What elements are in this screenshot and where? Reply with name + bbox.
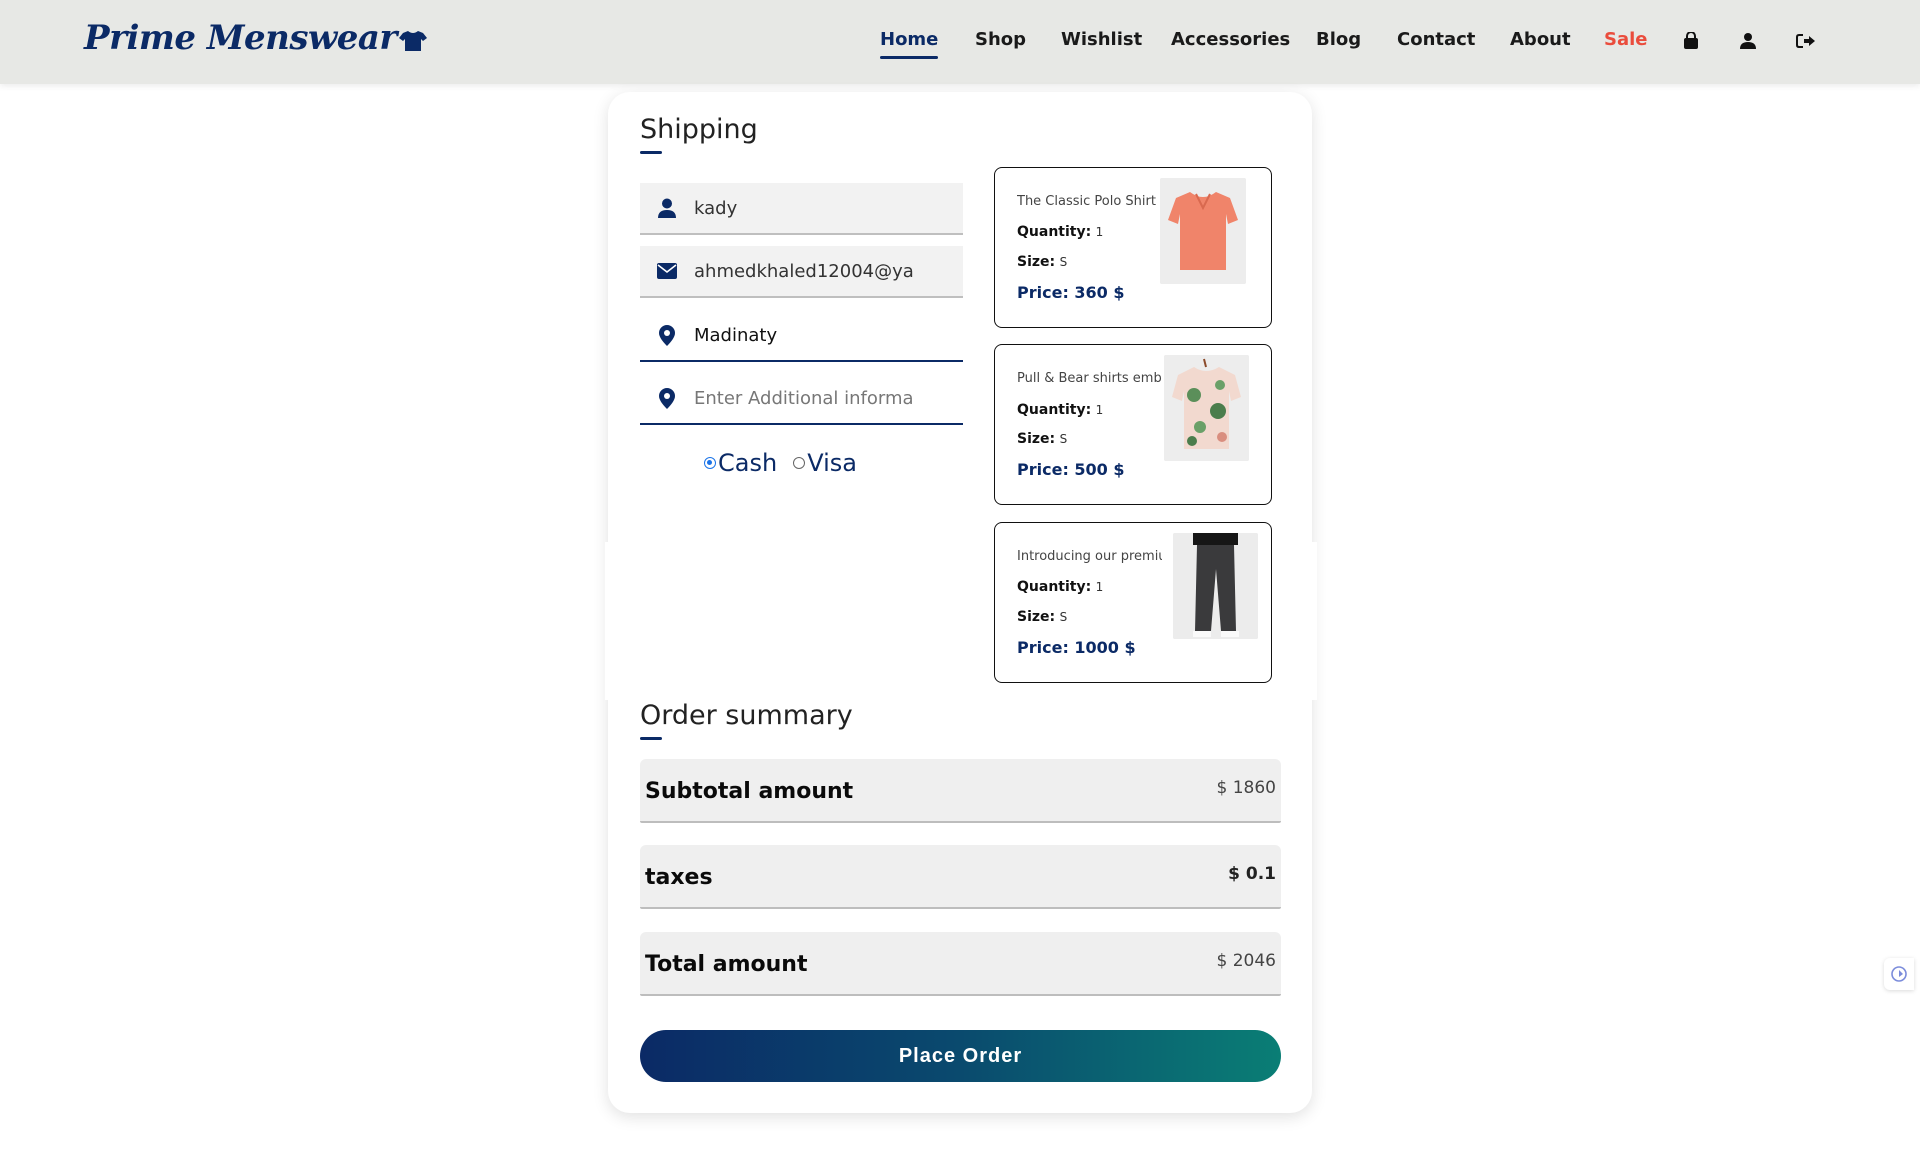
feedback-widget-icon[interactable] [1884,958,1914,990]
nav-about[interactable]: About [1510,29,1571,50]
item-size: Size: S [1017,431,1068,447]
visa-radio[interactable] [793,457,806,469]
item-size: Size: S [1017,609,1068,625]
shipping-title: Shipping [640,114,758,154]
location-pin-icon [640,387,694,409]
email-value: ahmedkhaled12004@yah [694,260,914,282]
visa-label[interactable]: Visa [807,449,857,477]
navbar: Prime Menswear Home Shop Wishlist Access… [0,0,1920,84]
user-icon[interactable] [1737,30,1759,52]
item-price: Price: 360 $ [1017,283,1125,302]
cart-item: Introducing our premiu Quantity: 1 Size:… [994,522,1272,683]
item-quantity: Quantity: 1 [1017,402,1104,418]
address-field[interactable]: Madinaty [640,310,963,362]
taxes-label: taxes [645,865,713,890]
taxes-value: $ 0.1 [1228,864,1276,884]
item-name: The Classic Polo Shirt [1017,194,1156,209]
order-summary-title: Order summary [640,700,853,740]
item-quantity: Quantity: 1 [1017,224,1104,240]
nav-shop[interactable]: Shop [975,29,1026,50]
item-name: Pull & Bear shirts emb [1017,371,1162,386]
nav-home[interactable]: Home [880,29,939,59]
floral-shirt-image [1164,355,1249,461]
item-size: Size: S [1017,254,1068,270]
nav-wishlist[interactable]: Wishlist [1061,29,1142,50]
name-field[interactable]: kady [640,183,963,235]
item-price: Price: 500 $ [1017,460,1125,479]
nav-contact[interactable]: Contact [1397,29,1475,50]
place-order-button[interactable]: Place Order [640,1030,1281,1082]
taxes-row: taxes $ 0.1 [640,845,1281,909]
subtotal-label: Subtotal amount [645,779,854,804]
cash-label[interactable]: Cash [718,449,777,477]
total-label: Total amount [645,952,808,977]
cart-item: The Classic Polo Shirt Quantity: 1 Size:… [994,167,1272,328]
name-value: kady [694,197,738,219]
brand-name: Prime Menswear [84,18,397,58]
total-value: $ 2046 [1216,951,1276,971]
tshirt-icon [398,31,427,51]
brand-logo[interactable]: Prime Menswear [84,18,427,58]
item-price: Price: 1000 $ [1017,638,1136,657]
item-name: Introducing our premiu [1017,549,1162,564]
address-value: Madinaty [694,324,778,346]
bag-icon[interactable] [1680,30,1702,52]
payment-options: Cash Visa [704,449,857,477]
user-icon [640,198,694,218]
polo-shirt-image [1160,178,1246,284]
additional-info-placeholder: Enter Additional informat [694,387,914,409]
cart-item: Pull & Bear shirts emb Quantity: 1 Size:… [994,344,1272,505]
cash-radio[interactable] [704,457,716,469]
nav-blog[interactable]: Blog [1316,29,1361,50]
location-pin-icon [640,324,694,346]
item-quantity: Quantity: 1 [1017,579,1104,595]
subtotal-row: Subtotal amount $ 1860 [640,759,1281,823]
logout-icon[interactable] [1795,30,1817,52]
nav-sale[interactable]: Sale [1604,29,1648,50]
envelope-icon [640,263,694,279]
total-row: Total amount $ 2046 [640,932,1281,996]
nav-accessories[interactable]: Accessories [1171,29,1290,50]
additional-info-field[interactable]: Enter Additional informat [640,373,963,425]
subtotal-value: $ 1860 [1216,778,1276,798]
jeans-image [1173,533,1258,639]
email-field[interactable]: ahmedkhaled12004@yah [640,246,963,298]
